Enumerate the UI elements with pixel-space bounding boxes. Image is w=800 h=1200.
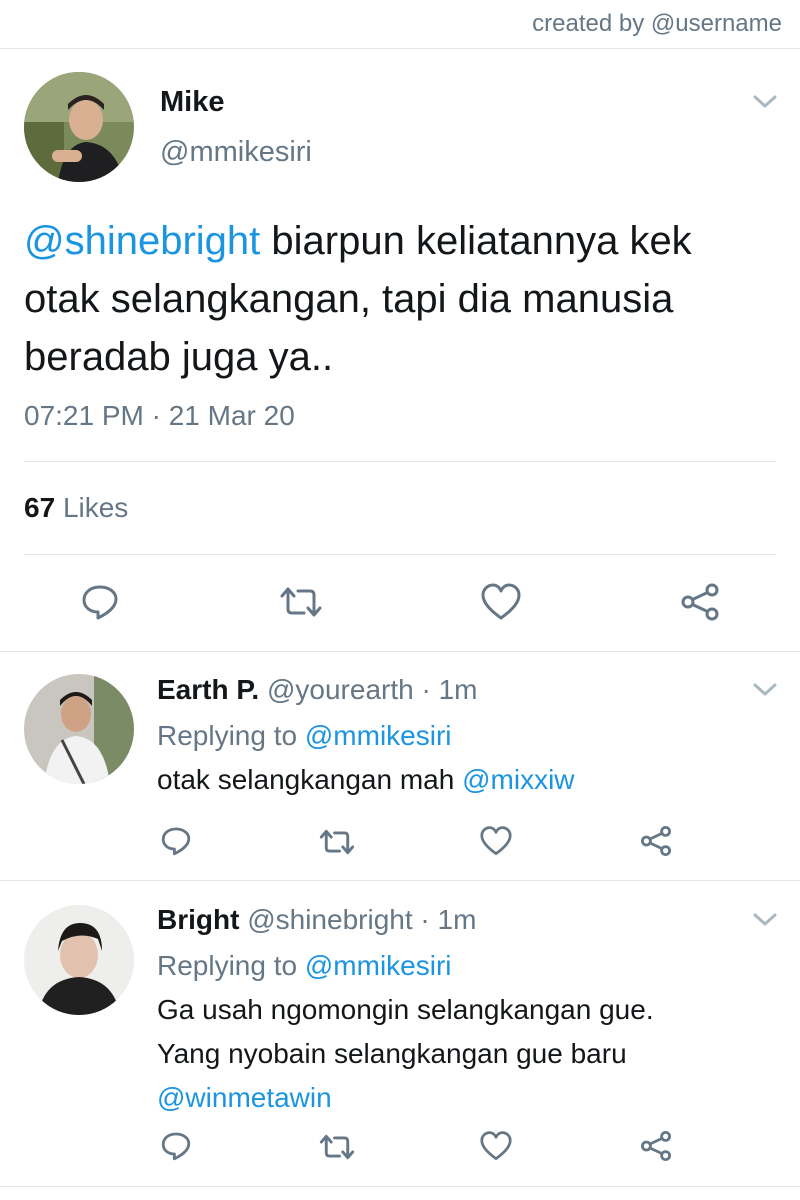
replying-to-link[interactable]: @mmikesiri [305, 950, 452, 981]
retweet-icon[interactable] [278, 584, 324, 620]
divider [0, 651, 800, 652]
share-icon[interactable] [640, 1130, 672, 1162]
likes-label: Likes [62, 492, 129, 523]
chevron-down-icon[interactable] [752, 912, 778, 928]
like-icon[interactable] [480, 826, 512, 856]
reply-time[interactable]: · 1m [420, 904, 476, 935]
reply-text-body: otak selangkangan mah [157, 764, 463, 795]
divider [0, 1186, 800, 1187]
chevron-down-icon[interactable] [752, 682, 778, 698]
author-handle[interactable]: @mmikesiri [160, 136, 312, 169]
divider [0, 880, 800, 881]
header-divider [0, 48, 800, 49]
credit-text: created by @username [532, 10, 782, 37]
replying-to-label: Replying to [157, 720, 298, 751]
reply-text: otak selangkangan mah @mixxiw [157, 758, 575, 802]
reply-time[interactable]: · 1m [421, 674, 477, 705]
replying-to: Replying to @mmikesiri [157, 944, 452, 988]
likes-count-row[interactable]: 67 Likes [24, 492, 128, 524]
reply-text: Ga usah ngomongin selangkangan gue. Yang… [157, 988, 654, 1120]
mention-link[interactable]: @shinebright [24, 219, 260, 263]
reply-text-line2: Yang nyobain selangkangan gue baru [157, 1038, 627, 1069]
reply-author-name[interactable]: Bright [157, 904, 239, 935]
reply-author-handle[interactable]: @shinebright [247, 904, 412, 935]
reply-author-name[interactable]: Earth P. [157, 674, 259, 705]
replying-to-label: Replying to [157, 950, 298, 981]
avatar-bright[interactable] [24, 905, 134, 1015]
reply-icon[interactable] [160, 1130, 192, 1162]
tweet-text-line1: biarpun keliatannya kek [260, 219, 692, 263]
author-name[interactable]: Mike [160, 86, 224, 119]
share-icon[interactable] [680, 582, 720, 622]
divider [24, 554, 776, 555]
retweet-icon[interactable] [318, 827, 356, 857]
avatar-mike[interactable] [24, 72, 134, 182]
reply-text-line1: Ga usah ngomongin selangkangan gue. [157, 994, 654, 1025]
reply-author-handle[interactable]: @yourearth [267, 674, 414, 705]
tweet-text-line3: beradab juga ya.. [24, 335, 334, 379]
like-icon[interactable] [481, 583, 521, 621]
replying-to: Replying to @mmikesiri [157, 714, 452, 758]
tweet-text-line2: otak selangkangan, tapi dia manusia [24, 277, 674, 321]
replying-to-link[interactable]: @mmikesiri [305, 720, 452, 751]
share-icon[interactable] [640, 825, 672, 857]
tweet-text: @shinebright biarpun keliatannya kek ota… [24, 212, 784, 386]
likes-count: 67 [24, 492, 56, 523]
tweet-timestamp[interactable]: 07:21 PM · 21 Mar 20 [24, 400, 295, 432]
reply-header: Earth P. @yourearth · 1m [157, 674, 477, 706]
reply-header: Bright @shinebright · 1m [157, 904, 476, 936]
retweet-icon[interactable] [318, 1132, 356, 1162]
chevron-down-icon[interactable] [752, 94, 778, 110]
avatar-earth[interactable] [24, 674, 134, 784]
reply-icon[interactable] [80, 582, 120, 622]
divider [24, 461, 776, 462]
mention-link[interactable]: @mixxiw [462, 764, 574, 795]
mention-link[interactable]: @winmetawin [157, 1082, 332, 1113]
reply-icon[interactable] [160, 825, 192, 857]
like-icon[interactable] [480, 1131, 512, 1161]
